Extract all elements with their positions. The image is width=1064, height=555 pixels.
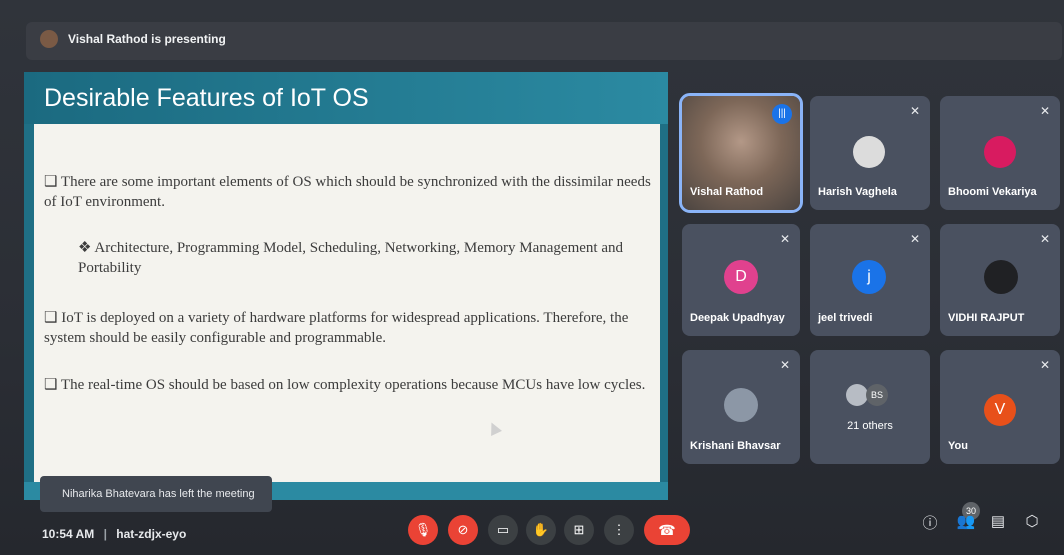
mic-off-icon: ✕ xyxy=(1039,104,1050,118)
activities-icon[interactable]: ⬡ xyxy=(1020,512,1044,530)
camera-toggle-button[interactable]: ⊘ xyxy=(448,515,478,545)
participant-tile[interactable]: ✕ Harish Vaghela xyxy=(810,96,930,210)
avatar: j xyxy=(852,260,886,294)
present-button[interactable]: ⊞ xyxy=(564,515,594,545)
avatar xyxy=(984,260,1018,294)
avatar: V xyxy=(984,394,1016,426)
shared-slide: Desirable Features of IoT OS xyxy=(24,72,668,500)
slide-paragraph: ❑ IoT is deployed on a variety of hardwa… xyxy=(44,310,629,346)
leave-call-button[interactable]: ☎ xyxy=(644,515,690,545)
participant-name: Vishal Rathod xyxy=(690,186,764,198)
mic-off-icon: ✕ xyxy=(909,104,920,118)
mic-toggle-button[interactable]: 🎙 xyxy=(408,515,438,545)
mic-off-icon: ✕ xyxy=(1039,358,1050,372)
others-count: 21 others xyxy=(847,420,893,432)
mic-off-icon: ✕ xyxy=(909,232,920,246)
avatar: BS xyxy=(866,384,888,406)
participant-name: Krishani Bhavsar xyxy=(690,440,781,452)
slide-title: Desirable Features of IoT OS xyxy=(44,84,369,112)
captions-button[interactable]: ▭ xyxy=(488,515,518,545)
chat-icon[interactable]: ▤ xyxy=(986,512,1010,530)
participant-name: You xyxy=(948,440,968,452)
slide-paragraph: ❖ Architecture, Programming Model, Sched… xyxy=(78,240,623,276)
slide-paragraph: ❑ The real-time OS should be based on lo… xyxy=(44,377,646,393)
participant-tile[interactable]: ✕ D Deepak Upadhyay xyxy=(682,224,800,336)
mic-off-icon: ✕ xyxy=(1039,232,1050,246)
meeting-code: hat-zdjx-eyo xyxy=(116,527,187,541)
raise-hand-button[interactable]: ✋ xyxy=(526,515,556,545)
avatar xyxy=(853,136,885,168)
others-tile[interactable]: BS 21 others xyxy=(810,350,930,464)
participant-name: jeel trivedi xyxy=(818,312,873,324)
participant-tile[interactable]: ✕ Bhoomi Vekariya xyxy=(940,96,1060,210)
meeting-time-and-code: 10:54 AM | hat-zdjx-eyo xyxy=(42,527,186,541)
presenter-banner: Vishal Rathod is presenting xyxy=(40,30,226,48)
slide-paragraph: ❑ There are some important elements of O… xyxy=(44,174,651,210)
participant-tile[interactable]: ✕ Krishani Bhavsar xyxy=(682,350,800,464)
avatar xyxy=(846,384,868,406)
mic-off-icon: ✕ xyxy=(779,358,790,372)
info-icon[interactable]: ⓘ xyxy=(918,512,942,533)
presenter-banner-text: Vishal Rathod is presenting xyxy=(68,32,226,46)
more-options-button[interactable]: ⋮ xyxy=(604,515,634,545)
people-icon[interactable]: 👥 xyxy=(954,512,978,530)
clock-time: 10:54 AM xyxy=(42,527,95,541)
participant-tile[interactable]: ||| Vishal Rathod xyxy=(679,93,803,213)
avatar: D xyxy=(724,260,758,294)
avatar xyxy=(724,388,758,422)
separator: | xyxy=(103,527,107,541)
speaking-icon: ||| xyxy=(772,104,792,124)
participant-name: Deepak Upadhyay xyxy=(690,312,785,324)
avatar xyxy=(984,136,1016,168)
participant-tile[interactable]: ✕ VIDHI RAJPUT xyxy=(940,224,1060,336)
participant-name: Bhoomi Vekariya xyxy=(948,186,1037,198)
mic-off-icon: ✕ xyxy=(779,232,790,246)
participant-tile[interactable]: ✕ V You xyxy=(940,350,1060,464)
participant-name: Harish Vaghela xyxy=(818,186,897,198)
participant-tile[interactable]: ✕ j jeel trivedi xyxy=(810,224,930,336)
participant-name: VIDHI RAJPUT xyxy=(948,312,1025,324)
presenter-avatar xyxy=(40,30,58,48)
